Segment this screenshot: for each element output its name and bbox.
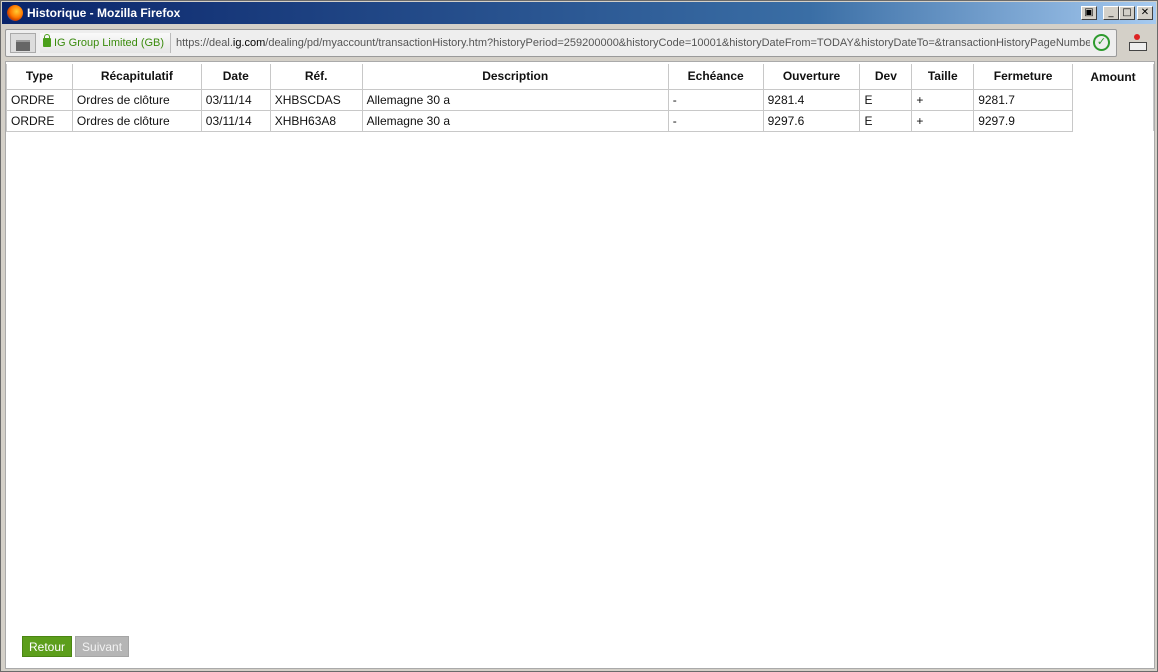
- title-bar[interactable]: Historique - Mozilla Firefox ▣ _ □ ✕: [2, 2, 1156, 24]
- cell-taille: +: [911, 88, 975, 111]
- cell-recap: Ordres de clôture: [71, 109, 202, 132]
- cell-date: 03/11/14: [200, 88, 271, 111]
- table-header-row: Type Récapitulatif Date Réf. Description…: [6, 64, 1154, 89]
- cell-dev: E: [859, 88, 913, 111]
- browser-window: Historique - Mozilla Firefox ▣ _ □ ✕ IG …: [0, 0, 1158, 672]
- col-header-dev: Dev: [859, 64, 913, 89]
- maximize-button[interactable]: □: [1119, 6, 1135, 20]
- cell-date: 03/11/14: [200, 109, 271, 132]
- cell-ouverture: 9297.6: [762, 109, 861, 132]
- col-header-recap: Récapitulatif: [71, 64, 202, 89]
- cell-taille: +: [911, 109, 975, 132]
- cell-description-text: Allemagne 30 a: [366, 92, 451, 107]
- cell-amount: [1072, 89, 1154, 110]
- cell-amount: [1072, 110, 1154, 131]
- pagination-buttons: Retour Suivant: [22, 636, 132, 657]
- col-header-description: Description: [361, 64, 669, 89]
- cell-echeance: -: [667, 109, 764, 132]
- window-title: Historique - Mozilla Firefox: [27, 6, 181, 20]
- next-button: Suivant: [75, 636, 130, 657]
- col-header-amount: Amount: [1072, 64, 1154, 89]
- cell-description: Allemagne 30 a: [361, 88, 669, 111]
- url-prefix: https://deal.: [176, 37, 233, 49]
- cell-description: Allemagne 30 a: [361, 109, 669, 132]
- transaction-table: Type Récapitulatif Date Réf. Description…: [6, 64, 1154, 132]
- col-header-type: Type: [6, 64, 73, 89]
- site-identity-label: IG Group Limited (GB): [54, 37, 165, 49]
- table-row: ORDRE Ordres de clôture 03/11/14 XHBSCDA…: [6, 88, 1154, 111]
- check-icon[interactable]: ✓: [1093, 34, 1110, 51]
- cell-ouverture: 9281.4: [762, 88, 861, 111]
- col-header-taille: Taille: [911, 64, 975, 89]
- cell-ref: XHBH63A8: [269, 109, 363, 132]
- lock-icon: [43, 34, 51, 47]
- col-header-date: Date: [200, 64, 271, 89]
- col-header-echeance: Echéance: [667, 64, 764, 89]
- col-header-ref: Réf.: [269, 64, 363, 89]
- tabs-icon[interactable]: [10, 33, 36, 53]
- close-button[interactable]: ✕: [1137, 6, 1153, 20]
- cell-echeance: -: [667, 88, 764, 111]
- cell-ref: XHBSCDAS: [269, 88, 363, 111]
- back-button[interactable]: Retour: [22, 636, 73, 657]
- url-input[interactable]: https://deal.ig.com/dealing/pd/myaccount…: [176, 33, 1090, 53]
- extension-icon[interactable]: [1128, 33, 1147, 51]
- cell-type: ORDRE: [6, 88, 73, 111]
- cell-fermeture: 9281.7: [973, 88, 1074, 111]
- url-rest: /dealing/pd/myaccount/transactionHistory…: [265, 37, 1090, 49]
- table-row: ORDRE Ordres de clôture 03/11/14 XHBH63A…: [6, 109, 1154, 132]
- cell-description-text: Allemagne 30 a: [366, 113, 451, 128]
- cell-type: ORDRE: [6, 109, 73, 132]
- minimize-button[interactable]: _: [1103, 6, 1119, 20]
- col-header-fermeture: Fermeture: [973, 64, 1074, 89]
- site-identity[interactable]: IG Group Limited (GB): [40, 33, 172, 53]
- col-header-ouverture: Ouverture: [762, 64, 861, 89]
- url-domain: ig.com: [232, 37, 266, 49]
- address-bar[interactable]: IG Group Limited (GB) https://deal.ig.co…: [5, 29, 1117, 57]
- cell-recap: Ordres de clôture: [71, 88, 202, 111]
- page-content: Type Récapitulatif Date Réf. Description…: [5, 61, 1155, 669]
- restore-icon[interactable]: ▣: [1081, 6, 1097, 20]
- cell-fermeture: 9297.9: [973, 109, 1074, 132]
- cell-dev: E: [859, 109, 913, 132]
- firefox-icon: [7, 5, 23, 21]
